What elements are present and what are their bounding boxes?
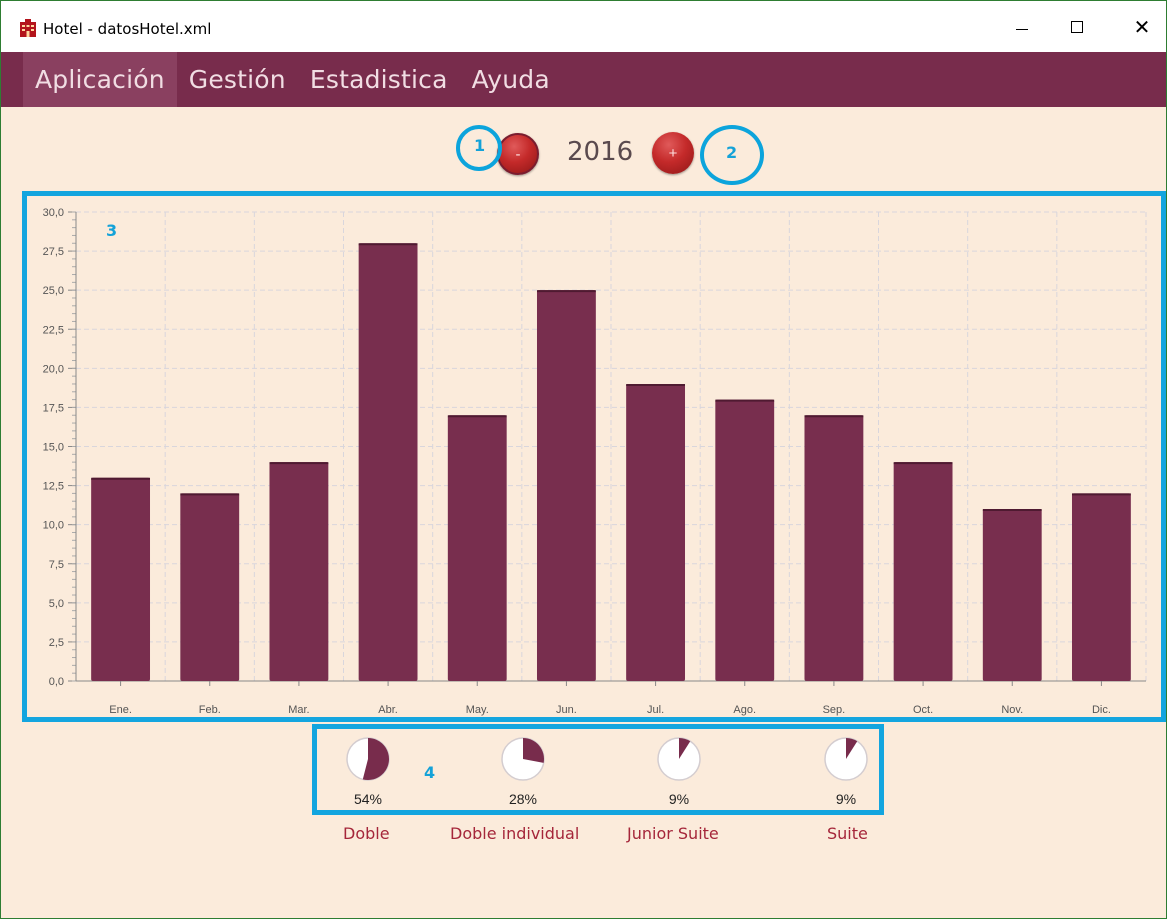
y-tick-label: 20,0 bbox=[43, 363, 64, 375]
room-type-label: Junior Suite bbox=[627, 824, 719, 843]
bar-oct bbox=[893, 462, 953, 681]
room-type-label: Suite bbox=[827, 824, 868, 843]
bar-mar bbox=[269, 462, 329, 681]
x-tick-label: Mar. bbox=[288, 704, 309, 716]
bar-jul bbox=[626, 383, 686, 681]
x-tick-label: May. bbox=[466, 704, 489, 716]
y-tick-label: 12,5 bbox=[43, 481, 64, 493]
bar-jun bbox=[536, 290, 596, 681]
x-tick-label: Jul. bbox=[647, 704, 664, 716]
x-tick-label: Feb. bbox=[199, 704, 221, 716]
y-tick-label: 15,0 bbox=[43, 442, 64, 454]
pie-percent-label: 9% bbox=[668, 791, 690, 807]
bar-feb bbox=[180, 493, 240, 681]
callout-number-4: 4 bbox=[424, 763, 436, 782]
y-tick-label: 0,0 bbox=[49, 676, 64, 688]
x-tick-label: Ene. bbox=[109, 704, 132, 716]
bar-dic bbox=[1071, 493, 1131, 681]
app-window: Hotel - datosHotel.xml ✕ Aplicación Gest… bbox=[0, 0, 1167, 919]
x-tick-label: Dic. bbox=[1092, 704, 1111, 716]
y-tick-label: 17,5 bbox=[43, 402, 64, 414]
y-tick-label: 25,0 bbox=[43, 285, 64, 297]
x-tick-label: Sep. bbox=[823, 704, 846, 716]
y-tick-label: 10,0 bbox=[43, 520, 64, 532]
bar-nov bbox=[982, 509, 1042, 681]
x-tick-label: Ago. bbox=[733, 704, 756, 716]
pie-percent-label: 54% bbox=[353, 791, 383, 807]
x-tick-label: Oct. bbox=[913, 704, 933, 716]
room-type-label: Doble individual bbox=[450, 824, 580, 843]
bar-abr bbox=[358, 243, 418, 681]
y-tick-label: 5,0 bbox=[49, 598, 64, 610]
y-tick-label: 22,5 bbox=[43, 324, 64, 336]
bar-ago bbox=[715, 399, 775, 681]
pie-percent-label: 28% bbox=[508, 791, 538, 807]
y-tick-label: 30,0 bbox=[43, 207, 64, 219]
pie-slice bbox=[523, 738, 544, 763]
pie-suite bbox=[824, 737, 868, 781]
bar-ene bbox=[91, 477, 151, 681]
y-tick-label: 27,5 bbox=[43, 246, 64, 258]
y-tick-label: 7,5 bbox=[49, 559, 64, 571]
y-tick-label: 2,5 bbox=[49, 637, 64, 649]
x-tick-label: Nov. bbox=[1001, 704, 1023, 716]
pie-percent-label: 9% bbox=[835, 791, 857, 807]
callout-number-3: 3 bbox=[106, 221, 118, 240]
pie-doble bbox=[346, 737, 390, 781]
bar-sep bbox=[804, 415, 864, 681]
pie-doble-individual bbox=[501, 737, 545, 781]
room-type-label: Doble bbox=[343, 824, 390, 843]
x-tick-label: Jun. bbox=[556, 704, 577, 716]
pie-junior-suite bbox=[657, 737, 701, 781]
bar-may bbox=[447, 415, 507, 681]
x-tick-label: Abr. bbox=[378, 704, 398, 716]
